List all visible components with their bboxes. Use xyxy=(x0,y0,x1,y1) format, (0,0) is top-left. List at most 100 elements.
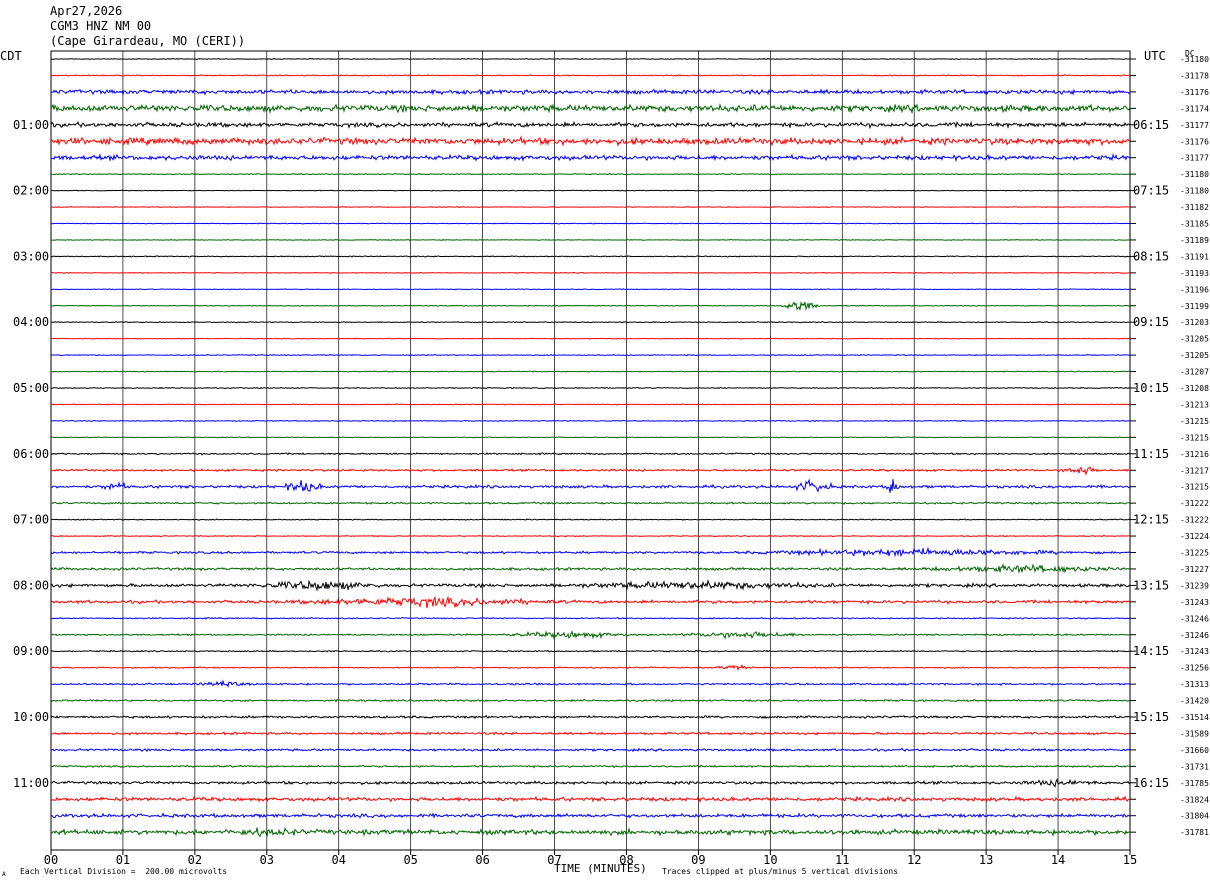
dc-offset-label: -31177 xyxy=(1180,121,1209,130)
x-tick-label: 10 xyxy=(763,853,777,867)
dc-offset-label: -31207 xyxy=(1180,368,1209,377)
left-hour-label: 04:00 xyxy=(13,315,49,329)
dc-offset-label: -31215 xyxy=(1180,417,1209,426)
dc-offset-label: -31205 xyxy=(1180,335,1209,344)
dc-offset-label: -31246 xyxy=(1180,631,1209,640)
header-station: CGM3 HNZ NM 00 xyxy=(50,19,152,33)
dc-offset-label: -31222 xyxy=(1180,499,1209,508)
dc-offset-label: -31224 xyxy=(1180,532,1209,541)
dc-offset-label: -31246 xyxy=(1180,614,1209,623)
x-axis-title: TIME (MINUTES) xyxy=(554,862,647,875)
x-tick-label: 15 xyxy=(1123,853,1137,867)
right-hour-label: 11:15 xyxy=(1133,447,1169,461)
dc-offset-label: -31215 xyxy=(1180,483,1209,492)
vertical-division-note: Each Vertical Division = 200.00 microvol… xyxy=(20,867,228,876)
dc-offset-label: -31217 xyxy=(1180,466,1209,475)
left-hour-label: 07:00 xyxy=(13,513,49,527)
seismic-trace xyxy=(50,271,1131,274)
x-tick-label: 03 xyxy=(260,853,274,867)
left-hour-label: 03:00 xyxy=(13,249,49,263)
dc-offset-label: -31313 xyxy=(1180,680,1209,689)
x-tick-label: 12 xyxy=(907,853,921,867)
seismogram-chart: 00 01 02 03 04 05 06 07 08 09 10 11 12 13 14 15-31180-3… xyxy=(0,0,1210,886)
dc-offset-label: -31178 xyxy=(1180,71,1209,80)
dc-offset-label: -31243 xyxy=(1180,598,1209,607)
dc-offset-label: -31804 xyxy=(1180,812,1209,821)
dc-offset-label: -31781 xyxy=(1180,828,1209,837)
right-hour-label: 14:15 xyxy=(1133,644,1169,658)
left-hour-label: 08:00 xyxy=(13,578,49,592)
header-location: (Cape Girardeau, MO (CERI)) xyxy=(50,34,246,48)
x-tick-label: 09 xyxy=(691,853,705,867)
right-hour-label: 08:15 xyxy=(1133,249,1169,263)
left-hour-label: 06:00 xyxy=(13,447,49,461)
dc-offset-label: -31216 xyxy=(1180,450,1209,459)
x-tick-label: 02 xyxy=(188,853,202,867)
x-tick-label: 11 xyxy=(835,853,849,867)
dc-offset-label: -31208 xyxy=(1180,384,1209,393)
dc-offset-label: -31180 xyxy=(1180,170,1209,179)
plot-background xyxy=(0,0,1210,886)
right-hour-label: 06:15 xyxy=(1133,118,1169,132)
x-tick-label: 06 xyxy=(475,853,489,867)
left-hour-label: 11:00 xyxy=(13,776,49,790)
right-hour-label: 10:15 xyxy=(1133,381,1169,395)
dc-offset-label: -31227 xyxy=(1180,565,1209,574)
right-hour-label: 16:15 xyxy=(1133,776,1169,790)
seismic-trace xyxy=(50,206,1131,209)
dc-offset-label: -31174 xyxy=(1180,104,1209,113)
x-tick-label: 14 xyxy=(1051,853,1065,867)
dc-offset-label: -31180 xyxy=(1180,187,1209,196)
x-tick-label: 13 xyxy=(979,853,993,867)
dc-offset-label: -31222 xyxy=(1180,516,1209,525)
seismic-trace xyxy=(50,288,1131,291)
dc-offset-label: -31205 xyxy=(1180,351,1209,360)
left-hour-label: 05:00 xyxy=(13,381,49,395)
dc-offset-label: -31589 xyxy=(1180,729,1209,738)
x-tick-label: 05 xyxy=(403,853,417,867)
dc-label: DC xyxy=(1185,49,1195,58)
seismic-trace xyxy=(50,436,1131,439)
x-tick-label: 04 xyxy=(332,853,346,867)
seismic-trace xyxy=(50,337,1131,340)
left-hour-label: 10:00 xyxy=(13,710,49,724)
right-hour-label: 07:15 xyxy=(1133,184,1169,198)
dc-offset-label: -31225 xyxy=(1180,549,1209,558)
dc-offset-label: -31191 xyxy=(1180,252,1209,261)
dc-offset-label: -31785 xyxy=(1180,779,1209,788)
left-hour-label: 09:00 xyxy=(13,644,49,658)
right-hour-label: 12:15 xyxy=(1133,513,1169,527)
dc-offset-label: -31203 xyxy=(1180,318,1209,327)
dc-offset-label: -31193 xyxy=(1180,269,1209,278)
left-hour-label: 02:00 xyxy=(13,184,49,198)
dc-offset-label: -31256 xyxy=(1180,664,1209,673)
dc-offset-label: -31215 xyxy=(1180,433,1209,442)
seismic-trace xyxy=(50,238,1131,241)
dc-offset-label: -31660 xyxy=(1180,746,1209,755)
left-hour-label: 01:00 xyxy=(13,118,49,132)
right-hour-label: 15:15 xyxy=(1133,710,1169,724)
dc-offset-label: -31199 xyxy=(1180,302,1209,311)
right-hour-label: 13:15 xyxy=(1133,578,1169,592)
dc-offset-label: -31177 xyxy=(1180,154,1209,163)
corner-mark: A xyxy=(2,871,6,878)
seismic-trace xyxy=(50,222,1131,225)
left-timezone-label: CDT xyxy=(0,49,22,63)
dc-offset-label: -31189 xyxy=(1180,236,1209,245)
dc-offset-label: -31243 xyxy=(1180,647,1209,656)
x-tick-label: 01 xyxy=(116,853,130,867)
dc-offset-label: -31185 xyxy=(1180,220,1209,229)
dc-offset-label: -31824 xyxy=(1180,795,1209,804)
dc-offset-label: -31182 xyxy=(1180,203,1209,212)
dc-offset-label: -31176 xyxy=(1180,88,1209,97)
dc-offset-label: -31420 xyxy=(1180,697,1209,706)
header-date: Apr27,2026 xyxy=(50,4,123,18)
x-tick-label: 00 xyxy=(44,853,58,867)
dc-offset-label: -31731 xyxy=(1180,762,1209,771)
dc-offset-label: -31213 xyxy=(1180,400,1209,409)
clip-note: Traces clipped at plus/minus 5 vertical … xyxy=(662,867,899,876)
dc-offset-label: -31514 xyxy=(1180,713,1209,722)
dc-offset-label: -31239 xyxy=(1180,581,1209,590)
dc-offset-label: -31176 xyxy=(1180,137,1209,146)
dc-offset-label: -31196 xyxy=(1180,285,1209,294)
